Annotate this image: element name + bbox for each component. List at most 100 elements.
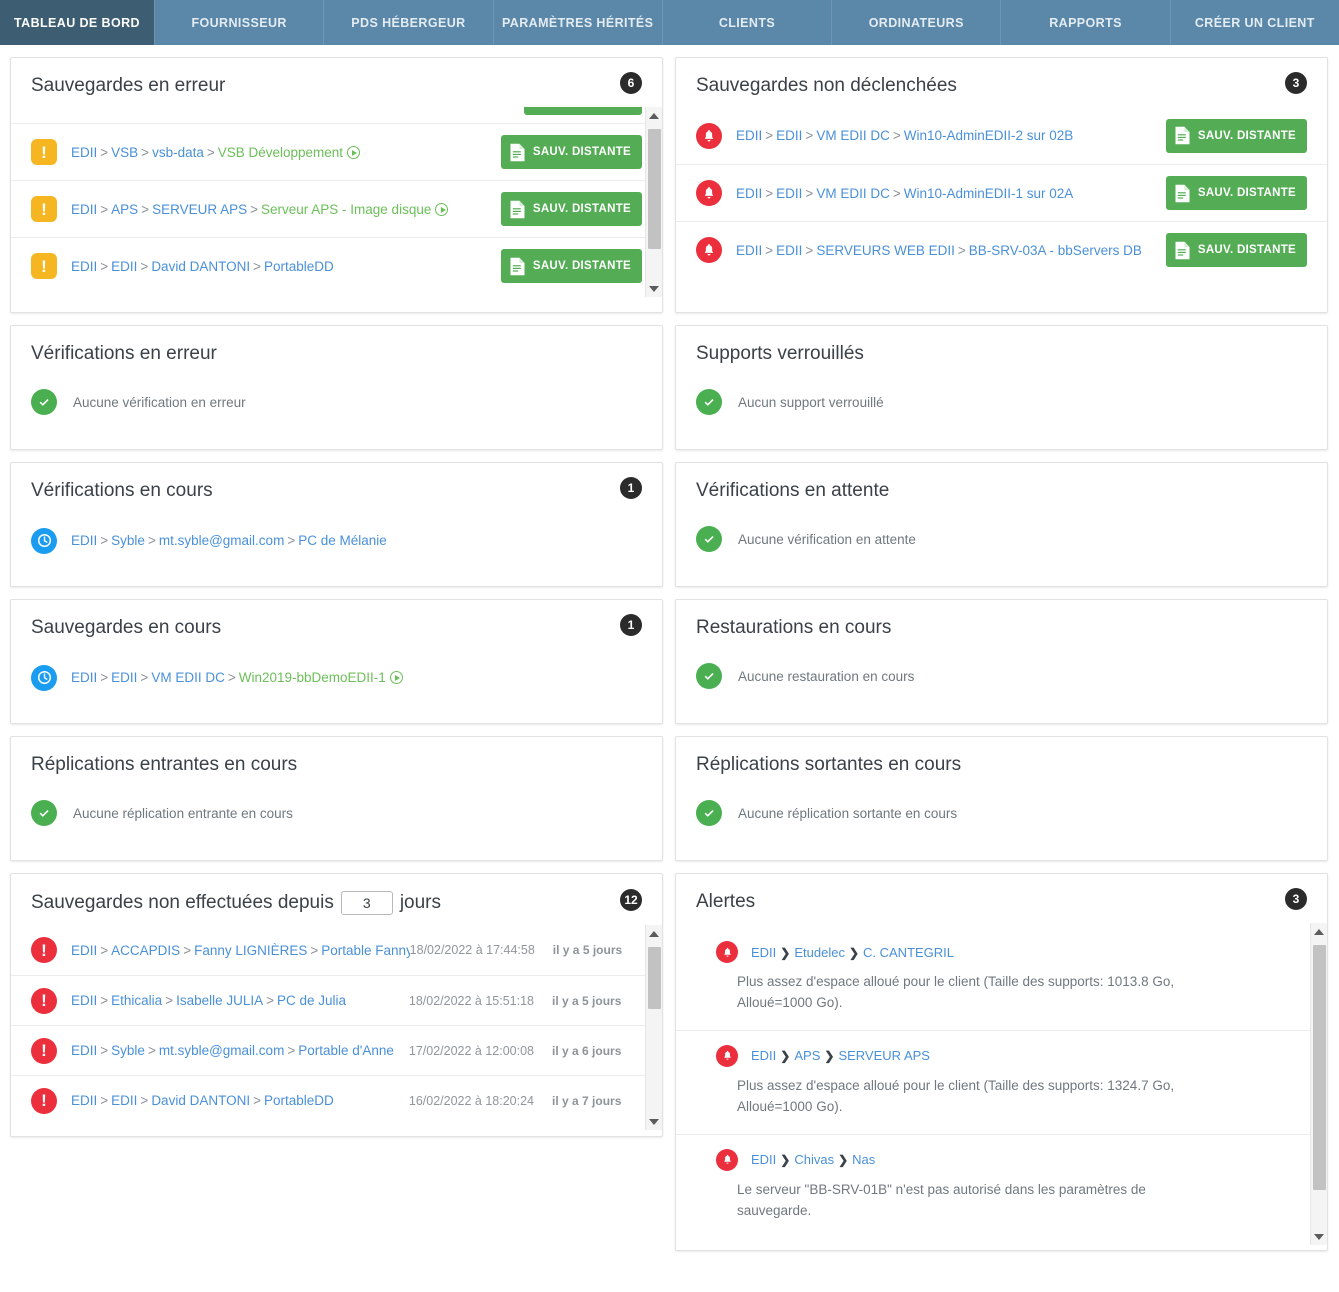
check-circle-icon	[696, 389, 722, 415]
breadcrumb-link[interactable]: EDII	[776, 243, 802, 258]
breadcrumb-link[interactable]: SERVEURS WEB EDII	[816, 243, 955, 258]
breadcrumb-link[interactable]: Ethicalia	[111, 993, 162, 1008]
scroll-down-arrow[interactable]	[646, 280, 662, 297]
breadcrumb-link[interactable]: EDII	[111, 259, 137, 274]
remote-backup-button[interactable]: SAUV. DISTANTE	[1165, 118, 1307, 153]
tab-5[interactable]: ORDINATEURS	[832, 0, 1002, 45]
days-input[interactable]	[340, 891, 393, 915]
tab-6[interactable]: RAPPORTS	[1001, 0, 1171, 45]
tab-7[interactable]: CRÉER UN CLIENT	[1170, 0, 1339, 45]
breadcrumb-link[interactable]: Syble	[111, 1043, 145, 1058]
remote-backup-button[interactable]: SAUV. DISTANTE	[1165, 233, 1307, 267]
breadcrumb-link[interactable]: EDII	[751, 1048, 776, 1063]
tab-1[interactable]: FOURNISSEUR	[155, 0, 325, 45]
breadcrumb-link[interactable]: EDII	[71, 145, 97, 160]
breadcrumb-link[interactable]: Chivas	[794, 1152, 834, 1167]
breadcrumb-link[interactable]: Syble	[111, 533, 145, 548]
play-icon[interactable]	[389, 671, 403, 684]
remote-backup-button[interactable]: SAUV. DISTANTE	[1165, 176, 1307, 210]
breadcrumb-link[interactable]: EDII	[71, 1093, 97, 1108]
breadcrumb-link[interactable]: EDII	[111, 670, 137, 685]
remote-backup-button[interactable]: SAUV. DISTANTE	[500, 192, 642, 226]
tab-2[interactable]: PDS HÉBERGEUR	[324, 0, 494, 45]
vertical-scrollbar[interactable]	[645, 107, 662, 297]
remote-backup-button[interactable]: SAUV. DISTANTE	[500, 249, 642, 283]
breadcrumb-link[interactable]: EDII	[751, 1152, 776, 1167]
breadcrumb-leaf[interactable]: VSB Développement	[218, 145, 343, 160]
breadcrumb-link[interactable]: APS	[794, 1048, 820, 1063]
play-icon[interactable]	[347, 145, 361, 159]
breadcrumb-link[interactable]: EDII	[71, 943, 97, 958]
breadcrumb-link[interactable]: C. CANTEGRIL	[863, 945, 954, 960]
breadcrumb-link[interactable]: EDII	[736, 128, 762, 143]
tab-4[interactable]: CLIENTS	[662, 0, 833, 45]
scroll-up-arrow[interactable]	[646, 107, 662, 124]
scroll-up-arrow[interactable]	[1311, 923, 1327, 940]
vertical-scrollbar[interactable]	[1310, 923, 1327, 1245]
breadcrumb-link[interactable]: EDII	[71, 533, 97, 548]
remote-backup-button[interactable]: SAUV. DISTANTE	[500, 135, 642, 169]
breadcrumb-link[interactable]: EDII	[776, 186, 802, 201]
breadcrumb-link[interactable]: Nas	[852, 1152, 875, 1167]
breadcrumb-link[interactable]: EDII	[736, 186, 762, 201]
breadcrumb-link[interactable]: vsb-data	[152, 145, 204, 160]
last-backup-date: 17/02/2022 à 12:00:08	[408, 1043, 534, 1058]
alert-message: Plus assez d'espace alloué pour le clien…	[737, 1077, 1175, 1114]
breadcrumb-leaf[interactable]: Serveur APS - Image disque	[261, 202, 431, 217]
breadcrumb-link[interactable]: mt.syble@gmail.com	[159, 533, 284, 548]
panel-backups-not-triggered: Sauvegardes non déclenchées 3 EDII > EDII >…	[675, 57, 1328, 313]
breadcrumb-link[interactable]: EDII	[71, 1043, 97, 1058]
vertical-scrollbar[interactable]	[645, 925, 662, 1130]
breadcrumb-leaf[interactable]: Portable d'Anne	[298, 1043, 394, 1058]
breadcrumb-link[interactable]: ACCAPDIS	[111, 943, 180, 958]
breadcrumb-link[interactable]: EDII	[751, 945, 776, 960]
breadcrumb-link[interactable]: VM EDII DC	[151, 670, 225, 685]
tab-3[interactable]: PARAMÈTRES HÉRITÉS	[493, 0, 663, 45]
scrollbar-thumb[interactable]	[648, 129, 661, 249]
breadcrumb-link[interactable]: EDII	[71, 993, 97, 1008]
remote-backup-button-label: SAUV. DISTANTE	[1197, 129, 1296, 142]
breadcrumb-link[interactable]: SERVEUR APS	[838, 1048, 930, 1063]
relative-time: il y a 5 jours	[552, 943, 623, 957]
breadcrumb-link[interactable]: EDII	[71, 259, 97, 274]
breadcrumb-separator: >	[141, 144, 150, 160]
breadcrumb-link[interactable]: EDII	[71, 670, 97, 685]
breadcrumb: EDII ❯ Etudelec ❯ C. CANTEGRIL	[751, 945, 954, 960]
breadcrumb-link[interactable]: VM EDII DC	[816, 186, 890, 201]
breadcrumb-leaf[interactable]: Win10-AdminEDII-2 sur 02B	[904, 128, 1074, 143]
breadcrumb-link[interactable]: David DANTONI	[151, 1093, 250, 1108]
scroll-down-arrow[interactable]	[1311, 1228, 1327, 1245]
breadcrumb-separator: >	[100, 201, 109, 217]
breadcrumb-link[interactable]: VM EDII DC	[816, 128, 890, 143]
remote-backup-button-label: SAUV. DISTANTE	[532, 146, 631, 158]
breadcrumb-leaf[interactable]: PC de Mélanie	[298, 533, 387, 548]
breadcrumb-link[interactable]: EDII	[776, 128, 802, 143]
breadcrumb-leaf[interactable]: Portable Fanny	[321, 943, 409, 958]
breadcrumb-link[interactable]: VSB	[111, 145, 138, 160]
breadcrumb-link[interactable]: David DANTONI	[151, 259, 250, 274]
tab-0[interactable]: TABLEAU DE BORD	[0, 0, 155, 45]
breadcrumb-link[interactable]: Isabelle JULIA	[176, 993, 263, 1008]
scroll-up-arrow[interactable]	[646, 925, 662, 942]
scrollbar-thumb[interactable]	[648, 947, 661, 1009]
breadcrumb-leaf[interactable]: PortableDD	[264, 1093, 334, 1108]
breadcrumb-link[interactable]: EDII	[71, 202, 97, 217]
scrollbar-thumb[interactable]	[1313, 945, 1326, 1190]
remote-backup-button-partial[interactable]	[524, 107, 642, 115]
breadcrumb: EDII > EDII > VM EDII DC > Win10-AdminEDII-1 s…	[736, 186, 1166, 201]
breadcrumb-link[interactable]: mt.syble@gmail.com	[159, 1043, 284, 1058]
scroll-down-arrow[interactable]	[646, 1113, 662, 1130]
play-icon[interactable]	[435, 202, 449, 216]
breadcrumb-link[interactable]: Etudelec	[794, 945, 845, 960]
breadcrumb-leaf[interactable]: BB-SRV-03A - bbServers DB	[969, 243, 1142, 258]
breadcrumb-link[interactable]: EDII	[736, 243, 762, 258]
breadcrumb-leaf[interactable]: PortableDD	[264, 259, 334, 274]
breadcrumb-leaf[interactable]: Win2019-bbDemoEDII-1	[239, 670, 386, 685]
breadcrumb-link[interactable]: Fanny LIGNIÈRES	[194, 943, 307, 958]
breadcrumb-leaf[interactable]: PC de Julia	[277, 993, 346, 1008]
breadcrumb-link[interactable]: APS	[111, 202, 138, 217]
chevron-right-icon: ❯	[848, 945, 860, 960]
breadcrumb-link[interactable]: EDII	[111, 1093, 137, 1108]
breadcrumb-link[interactable]: SERVEUR APS	[152, 202, 247, 217]
breadcrumb-leaf[interactable]: Win10-AdminEDII-1 sur 02A	[904, 186, 1074, 201]
